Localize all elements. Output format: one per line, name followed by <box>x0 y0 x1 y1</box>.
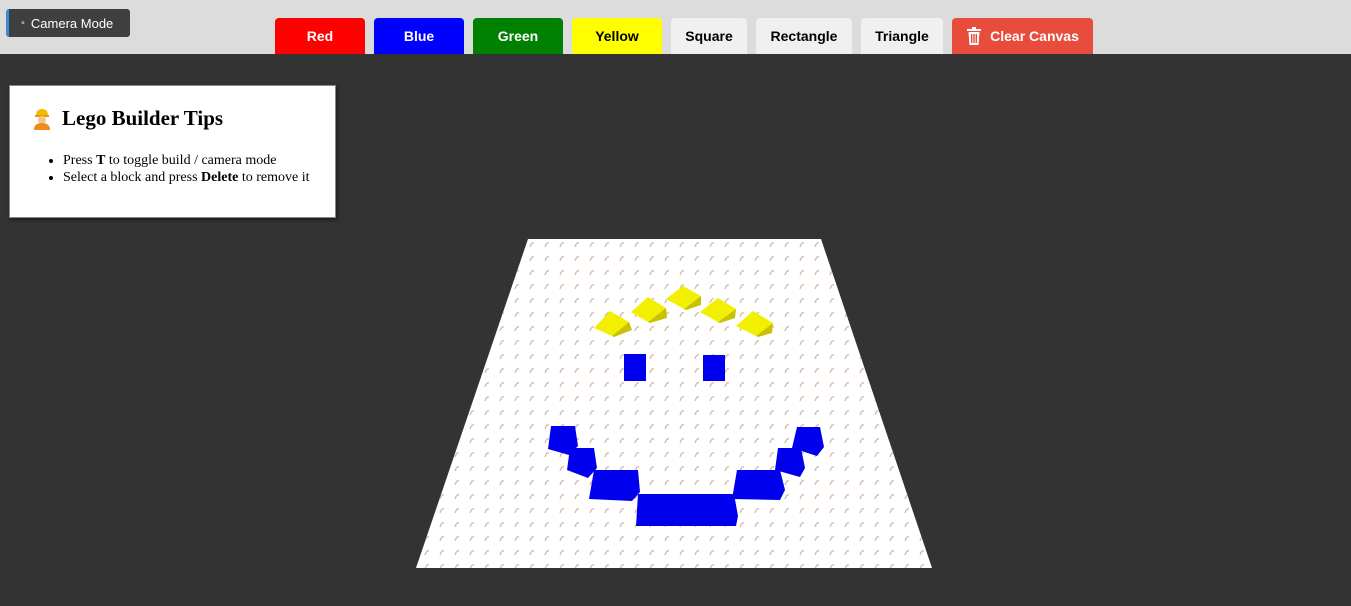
block <box>589 470 640 501</box>
block <box>624 354 646 381</box>
block <box>703 355 725 381</box>
block <box>636 494 738 526</box>
block <box>732 470 785 500</box>
build-canvas[interactable] <box>0 0 1351 606</box>
